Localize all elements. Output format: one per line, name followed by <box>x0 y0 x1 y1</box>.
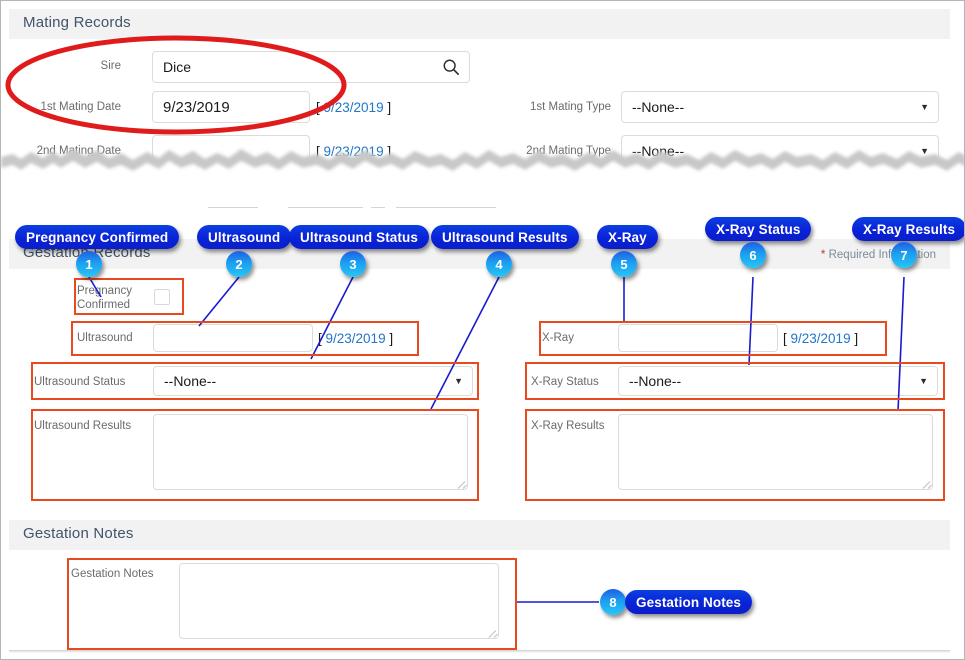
search-icon[interactable] <box>442 58 460 76</box>
hint-close: ] <box>383 100 392 115</box>
required-star-icon: * <box>820 247 826 261</box>
callout-number-6[interactable]: 6 <box>740 242 766 268</box>
first-mating-date-label: 1st Mating Date <box>40 101 121 113</box>
highlight-box-xray-results <box>525 409 945 501</box>
callout-label-5[interactable]: X-Ray <box>597 225 658 249</box>
first-mating-date-input[interactable] <box>152 91 310 123</box>
highlight-box-pregnancy-confirmed <box>74 278 184 315</box>
fragment-rule-4 <box>396 207 496 208</box>
callout-label-3[interactable]: Ultrasound Status <box>289 225 429 249</box>
panel-bottom-shadow <box>9 650 950 653</box>
second-mating-type-value: --None-- <box>632 143 685 159</box>
callout-number-7[interactable]: 7 <box>891 242 917 268</box>
callout-label-6[interactable]: X-Ray Status <box>705 217 812 241</box>
callout-number-2[interactable]: 2 <box>226 251 252 277</box>
second-mating-date-label: 2nd Mating Date <box>36 145 121 157</box>
hint-open: [ <box>316 144 324 159</box>
gestation-notes-header: Gestation Notes <box>9 520 950 550</box>
callout-number-3[interactable]: 3 <box>340 251 366 277</box>
mating-records-header: Mating Records <box>9 9 950 39</box>
callout-number-1[interactable]: 1 <box>76 251 102 277</box>
highlight-box-ultrasound-results <box>31 409 479 501</box>
second-mating-type-select[interactable]: --None-- ▼ <box>621 135 939 167</box>
fragment-rule-3 <box>371 207 385 208</box>
highlight-box-ultrasound <box>71 321 419 356</box>
second-mating-date-hint: [ 9/23/2019 ] <box>316 144 391 159</box>
hint-close: ] <box>383 144 392 159</box>
hint-date: 9/23/2019 <box>323 100 384 115</box>
second-mating-type-label: 2nd Mating Type <box>526 145 611 157</box>
callout-label-1[interactable]: Pregnancy Confirmed <box>15 225 180 249</box>
callout-label-2[interactable]: Ultrasound <box>197 225 292 249</box>
first-mating-type-label: 1st Mating Type <box>530 101 611 113</box>
screenshot-root: Mating Records Sire 1st Mating Date [ 9/… <box>0 0 965 660</box>
callout-label-4[interactable]: Ultrasound Results <box>431 225 579 249</box>
required-information-note: * Required Information <box>821 247 936 261</box>
sire-input[interactable] <box>152 51 470 83</box>
second-mating-date-input[interactable] <box>152 135 310 167</box>
first-mating-type-select[interactable]: --None-- ▼ <box>621 91 939 123</box>
callout-number-5[interactable]: 5 <box>611 251 637 277</box>
hint-open: [ <box>316 100 324 115</box>
highlight-box-gestation-notes <box>67 558 517 650</box>
gestation-notes-title: Gestation Notes <box>23 525 134 542</box>
fragment-rule-1 <box>208 207 258 208</box>
highlight-box-xray <box>539 321 887 356</box>
sire-label: Sire <box>100 60 121 72</box>
callout-number-8[interactable]: 8 <box>600 589 626 615</box>
mating-records-title: Mating Records <box>23 14 131 31</box>
first-mating-date-hint: [ 9/23/2019 ] <box>316 100 391 115</box>
hint-date: 9/23/2019 <box>323 144 384 159</box>
first-mating-type-value: --None-- <box>632 99 685 115</box>
required-information-text: Required Information <box>828 249 936 261</box>
callout-label-8[interactable]: Gestation Notes <box>625 590 753 614</box>
fragment-rule-2 <box>288 207 363 208</box>
chevron-down-icon: ▼ <box>920 146 929 156</box>
leader-line-2 <box>198 276 240 327</box>
callout-label-7[interactable]: X-Ray Results <box>852 217 964 241</box>
callout-number-4[interactable]: 4 <box>486 251 512 277</box>
highlight-box-xray-status <box>525 362 945 400</box>
chevron-down-icon: ▼ <box>920 102 929 112</box>
highlight-box-ultrasound-status <box>31 362 479 400</box>
